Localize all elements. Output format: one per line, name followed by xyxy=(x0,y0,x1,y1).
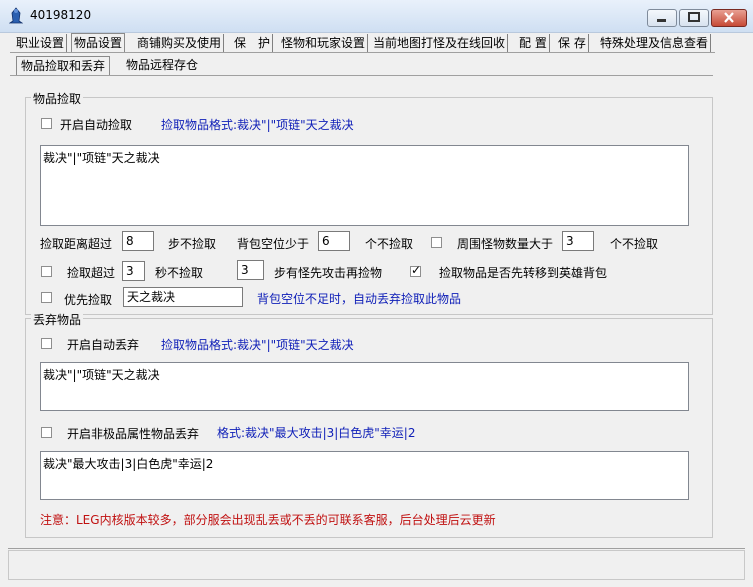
monster-count-label: 周围怪物数量大于 xyxy=(457,237,554,251)
pickup-legend: 物品捡取 xyxy=(31,90,84,107)
bag-space-input[interactable]: 6 xyxy=(318,231,350,251)
close-button[interactable] xyxy=(711,9,747,27)
kernel-note: 注意：LEG内核版本较多，部分服会出现乱丢或不丢的可联系客服，后台处理后云更新 xyxy=(40,513,496,527)
title-bar xyxy=(0,0,753,33)
minimize-icon xyxy=(657,19,666,22)
distance-suffix: 步不捡取 xyxy=(168,237,217,251)
tab-save[interactable]: 保 存 xyxy=(556,34,589,52)
monster-count-checkbox[interactable] xyxy=(431,237,442,248)
drop-format-hint: 捡取物品格式:裁决"|"项链"天之裁决 xyxy=(161,338,354,352)
distance-input[interactable]: 8 xyxy=(122,231,154,251)
tab-job-settings[interactable]: 职业设置 xyxy=(14,34,68,52)
timeout-input[interactable]: 3 xyxy=(122,261,145,281)
hero-bag-checkbox[interactable] xyxy=(410,263,421,277)
attr-drop-label: 开启非极品属性物品丢弃 xyxy=(67,427,200,441)
maximize-button[interactable] xyxy=(679,9,709,27)
attack-steps-suffix: 步有怪先攻击再捡物 xyxy=(274,266,383,280)
timeout-checkbox[interactable] xyxy=(41,266,52,277)
bag-space-suffix: 个不捡取 xyxy=(365,237,414,251)
tab-monster-player[interactable]: 怪物和玩家设置 xyxy=(279,34,369,52)
attr-format-hint: 格式:裁决"最大攻击|3|白色虎"幸运|2 xyxy=(217,426,416,440)
attack-steps-input[interactable]: 3 xyxy=(237,260,264,280)
tab-shop[interactable]: 商铺购买及使用 xyxy=(135,34,225,52)
auto-drop-label: 开启自动丢弃 xyxy=(67,338,140,352)
hero-bag-label: 捡取物品是否先转移到英雄背包 xyxy=(439,266,608,280)
priority-checkbox[interactable] xyxy=(41,292,52,303)
status-bar xyxy=(8,550,745,580)
pickup-format-hint: 捡取物品格式:裁决"|"项链"天之裁决 xyxy=(161,118,354,132)
monster-count-input[interactable]: 3 xyxy=(562,231,594,251)
tab-protect[interactable]: 保 护 xyxy=(232,34,274,52)
statusbar-divider xyxy=(8,548,745,549)
priority-input[interactable]: 天之裁决 xyxy=(123,287,243,307)
tab-map-hunt[interactable]: 当前地图打怪及在线回收 xyxy=(371,34,509,52)
tab-config[interactable]: 配 置 xyxy=(517,34,550,52)
attr-drop-textarea[interactable]: 裁决"最大攻击|3|白色虎"幸运|2 xyxy=(40,451,689,500)
subtab-remote-storage[interactable]: 物品远程存仓 xyxy=(122,56,202,75)
distance-label: 捡取距离超过 xyxy=(40,237,113,251)
attr-drop-checkbox[interactable] xyxy=(41,427,52,438)
auto-drop-checkbox[interactable] xyxy=(41,338,52,349)
tab-special[interactable]: 特殊处理及信息查看 xyxy=(598,34,712,52)
timeout-label: 捡取超过 xyxy=(67,266,116,280)
auto-pickup-label: 开启自动捡取 xyxy=(60,118,133,132)
subtab-pickup-drop[interactable]: 物品捡取和丢弃 xyxy=(16,56,111,76)
drop-legend: 丢弃物品 xyxy=(31,311,84,328)
priority-hint: 背包空位不足时，自动丢弃捡取此物品 xyxy=(257,292,462,306)
priority-label: 优先捡取 xyxy=(64,293,113,307)
tab-item-settings[interactable]: 物品设置 xyxy=(71,33,126,53)
window-title: 40198120 xyxy=(30,8,92,22)
pickup-list-textarea[interactable]: 裁决"|"项链"天之裁决 xyxy=(40,145,689,226)
close-icon xyxy=(724,12,734,23)
bag-space-label: 背包空位少于 xyxy=(237,237,310,251)
auto-pickup-checkbox[interactable] xyxy=(41,118,52,129)
app-icon xyxy=(9,7,23,24)
timeout-suffix: 秒不捡取 xyxy=(155,266,204,280)
minimize-button[interactable] xyxy=(647,9,677,27)
maximize-icon xyxy=(688,12,700,22)
tab-divider xyxy=(10,52,715,53)
subtab-divider xyxy=(10,75,713,76)
drop-list-textarea[interactable]: 裁决"|"项链"天之裁决 xyxy=(40,362,689,411)
monster-count-suffix: 个不捡取 xyxy=(610,237,659,251)
